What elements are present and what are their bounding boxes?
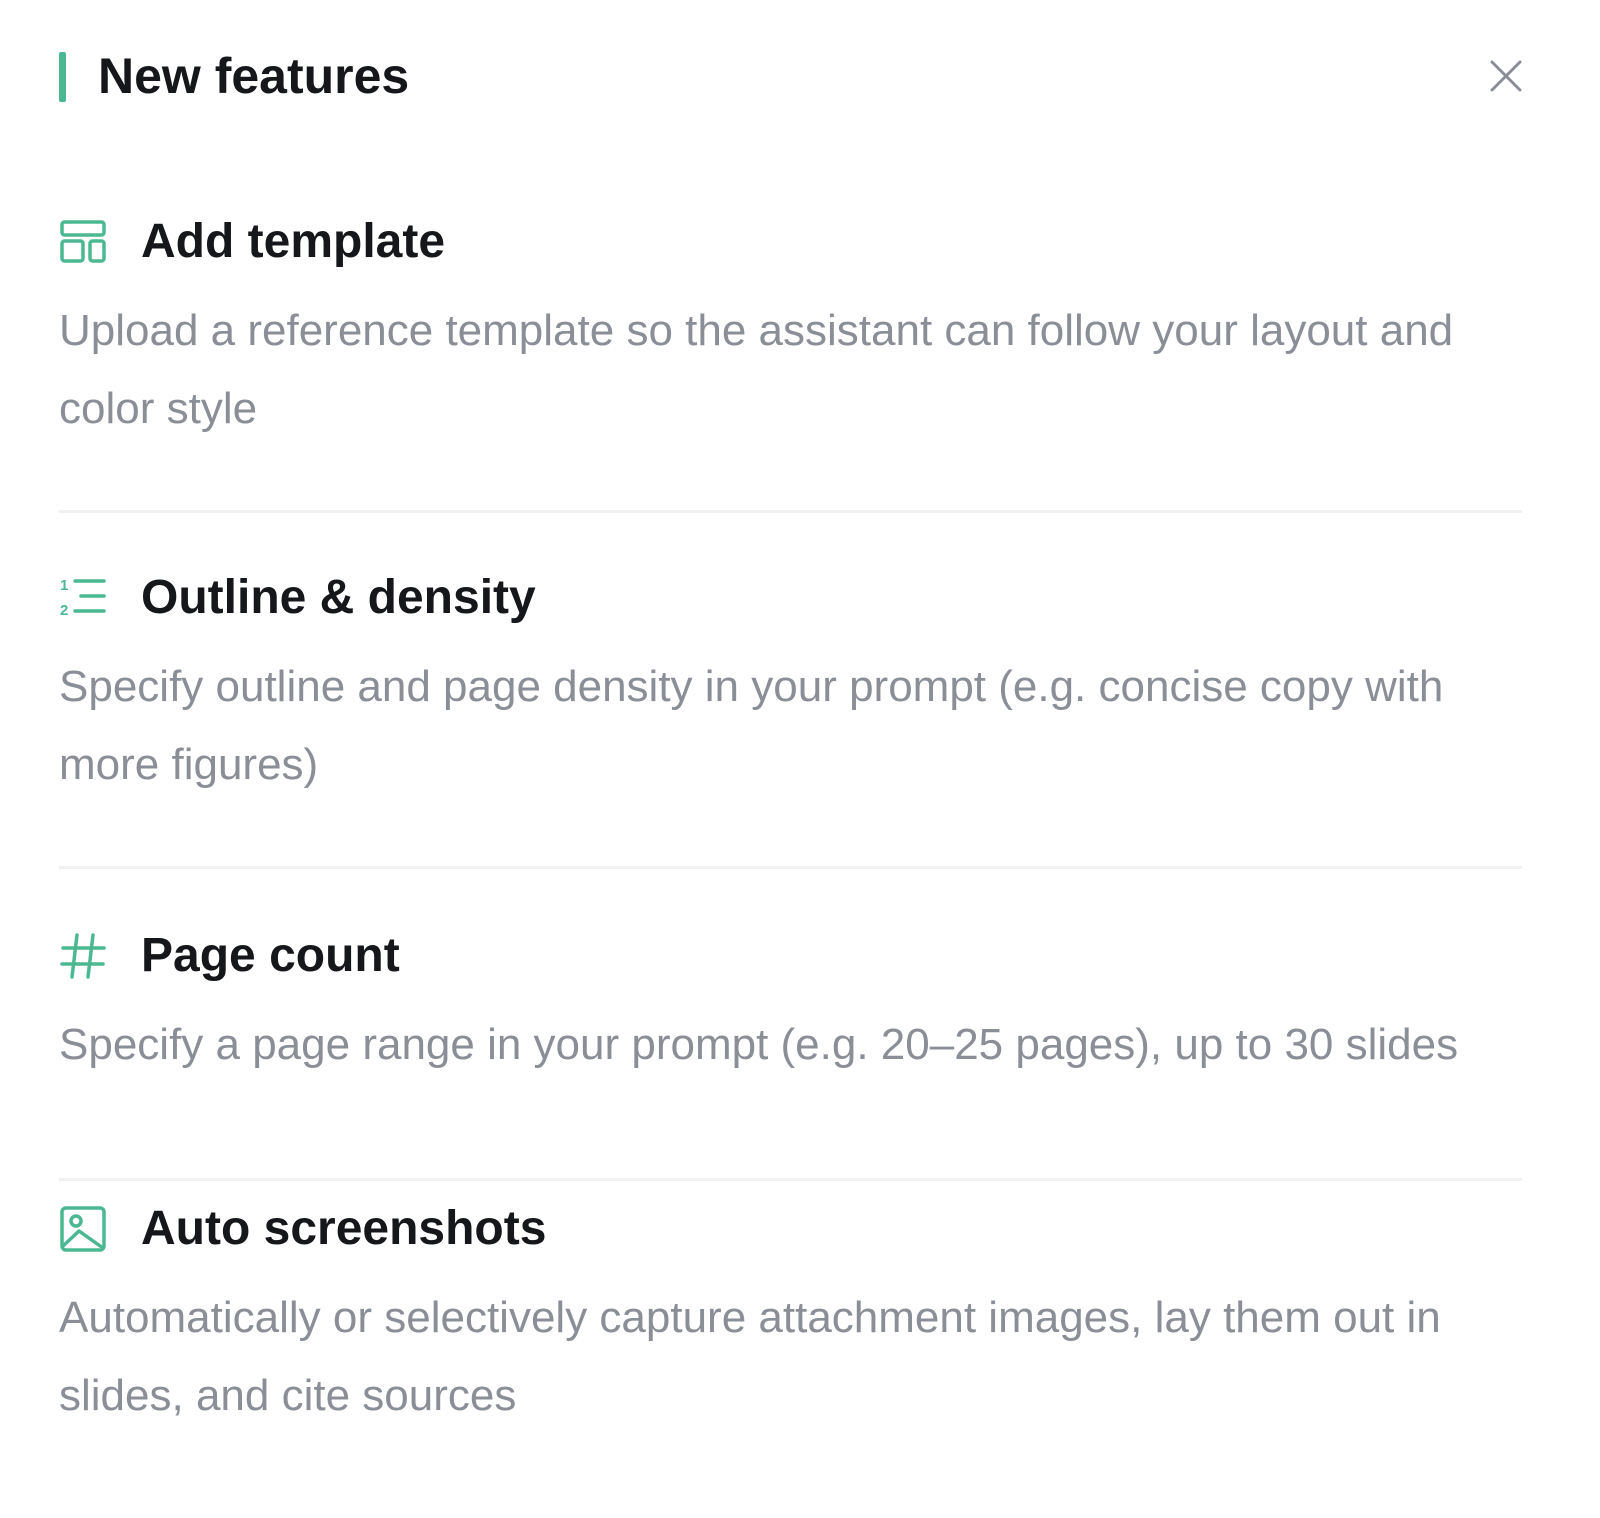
numbered-list-icon: 1 2 — [60, 577, 106, 619]
panel-title: New features — [98, 48, 410, 104]
feature-title: Page count — [141, 929, 400, 982]
feature-description: Specify a page range in your prompt (e.g… — [59, 1020, 1459, 1069]
svg-text:1: 1 — [60, 577, 68, 594]
svg-text:2: 2 — [60, 602, 68, 619]
close-icon — [1490, 60, 1522, 92]
close-button[interactable] — [1487, 57, 1525, 95]
feature-description: Upload a reference template so the assis… — [59, 306, 1454, 433]
feature-description: Specify outline and page density in your… — [59, 662, 1444, 789]
feature-title: Outline & density — [141, 571, 536, 624]
panel-header: New features — [59, 0, 1522, 157]
title-accent-bar — [59, 52, 66, 102]
feature-auto-screenshots: Auto screenshots Automatically or select… — [59, 1181, 1522, 1518]
feature-description: Automatically or selectively capture att… — [59, 1293, 1441, 1420]
template-icon — [60, 220, 106, 263]
feature-header: Add template — [59, 212, 1522, 272]
feature-header: Page count — [59, 926, 1522, 986]
feature-title: Auto screenshots — [141, 1202, 547, 1255]
feature-header: 1 2 Outline & density — [59, 568, 1522, 628]
feature-outline-density: 1 2 Outline & density Specify outline an… — [59, 513, 1522, 869]
feature-add-template: Add template Upload a reference template… — [59, 157, 1522, 513]
feature-page-count: Page count Specify a page range in your … — [59, 869, 1522, 1181]
feature-header: Auto screenshots — [59, 1199, 1522, 1259]
hash-icon — [60, 933, 106, 979]
image-icon — [60, 1206, 106, 1252]
feature-title: Add template — [141, 215, 446, 268]
new-features-panel: New features Add template Upload a refer… — [0, 0, 1600, 1494]
